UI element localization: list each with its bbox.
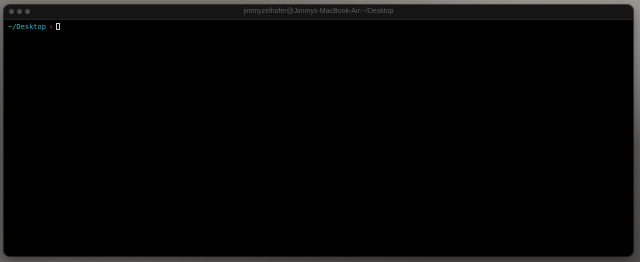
block-cursor-icon [56, 23, 61, 30]
prompt-symbol: › [48, 23, 54, 31]
prompt-line: ~/Desktop › [8, 23, 61, 32]
window-title: jimmyzelhofer@Jimmys-MacBook-Air:~/Deskt… [243, 8, 394, 15]
terminal-output-area[interactable]: ~/Desktop › [4, 20, 633, 256]
prompt-path: ~/Desktop [8, 23, 46, 31]
terminal-window[interactable]: jimmyzelhofer@Jimmys-MacBook-Air:~/Deskt… [4, 5, 633, 256]
title-bar[interactable]: jimmyzelhofer@Jimmys-MacBook-Air:~/Deskt… [4, 5, 633, 20]
